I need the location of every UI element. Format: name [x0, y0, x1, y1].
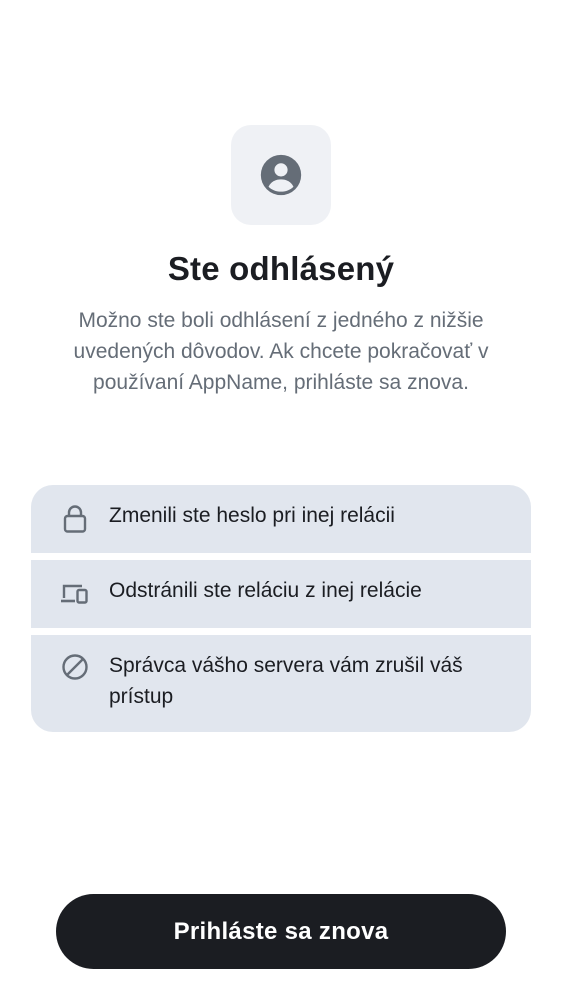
reasons-list: Zmenili ste heslo pri inej relácii Odstr…: [31, 485, 531, 732]
reason-label: Správca vášho servera vám zrušil váš prí…: [109, 654, 463, 708]
block-icon: [59, 651, 91, 683]
reason-item-session-removed: Odstránili ste reláciu z inej relácie: [31, 560, 531, 628]
reason-item-access-revoked: Správca vášho servera vám zrušil váš prí…: [31, 635, 531, 732]
avatar-container: [231, 125, 331, 225]
reason-label: Zmenili ste heslo pri inej relácii: [109, 504, 395, 527]
sign-in-again-button[interactable]: Prihláste sa znova: [56, 894, 506, 969]
reason-item-password-changed: Zmenili ste heslo pri inej relácii: [31, 485, 531, 553]
page-description: Možno ste boli odhlásení z jedného z niž…: [73, 309, 489, 394]
page-title: Ste odhlásený: [167, 250, 395, 287]
devices-icon: [59, 578, 91, 610]
lock-icon: [59, 503, 91, 535]
reason-label: Odstránili ste reláciu z inej relácie: [109, 579, 422, 602]
user-avatar-icon: [260, 154, 302, 196]
